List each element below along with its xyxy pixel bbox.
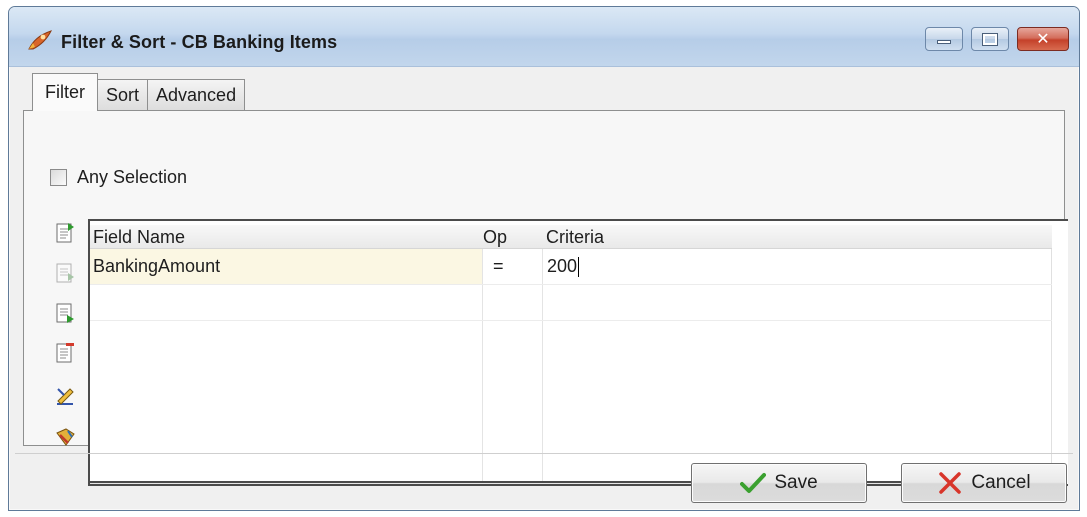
button-bar-divider	[15, 453, 1073, 454]
delete-row-icon[interactable]	[54, 341, 76, 365]
checkmark-icon	[740, 473, 767, 493]
tab-sort[interactable]: Sort	[97, 79, 149, 111]
dialog-body: Filter Sort Advanced Any Selection Field…	[15, 67, 1073, 507]
criteria-value: 200	[547, 256, 578, 276]
grid-header: Field Name Op Criteria	[90, 225, 1052, 249]
grid-toolbar	[50, 221, 82, 491]
tab-strip: Filter Sort Advanced	[32, 71, 246, 111]
any-selection-label: Any Selection	[77, 167, 188, 187]
maximize-button[interactable]	[971, 27, 1009, 51]
tab-advanced[interactable]: Advanced	[147, 79, 246, 111]
field-name-cell[interactable]: BankingAmount	[90, 249, 482, 284]
save-label: Save	[774, 472, 818, 493]
text-caret	[578, 256, 580, 277]
close-button[interactable]: ✕	[1017, 27, 1069, 51]
table-row[interactable]	[90, 285, 1052, 321]
criteria-grid[interactable]: Field Name Op Criteria BankingAmount = 2…	[88, 219, 1068, 486]
minimize-icon	[937, 40, 951, 44]
close-icon: ✕	[1036, 31, 1050, 48]
x-icon	[939, 472, 962, 494]
column-header-field-name[interactable]: Field Name	[93, 227, 185, 248]
cancel-button[interactable]: Cancel	[901, 463, 1067, 503]
window-title: Filter & Sort - CB Banking Items	[61, 32, 338, 52]
title-bar[interactable]: Filter & Sort - CB Banking Items ✕	[9, 7, 1079, 67]
insert-row-icon[interactable]	[54, 261, 76, 285]
minimize-button[interactable]	[925, 27, 963, 51]
maximize-icon	[982, 32, 998, 46]
clear-filter-icon[interactable]	[54, 425, 76, 449]
criteria-cell[interactable]: 200	[543, 249, 1052, 284]
cancel-label: Cancel	[971, 472, 1031, 493]
save-button[interactable]: Save	[691, 463, 867, 503]
any-selection-checkbox[interactable]	[50, 169, 67, 186]
column-header-criteria[interactable]: Criteria	[546, 227, 604, 248]
any-selection-row: Any Selection	[50, 167, 187, 188]
tab-filter[interactable]: Filter	[32, 73, 98, 111]
add-row-icon[interactable]	[54, 221, 76, 245]
filter-panel: Any Selection Field Name Op Criteria Ban…	[23, 110, 1068, 486]
table-row[interactable]: BankingAmount = 200	[90, 249, 1052, 285]
column-header-op[interactable]: Op	[483, 227, 507, 248]
rocket-icon	[28, 30, 52, 50]
filter-sort-dialog: Filter & Sort - CB Banking Items ✕ Filte…	[8, 6, 1080, 511]
edit-criteria-icon[interactable]	[54, 383, 76, 407]
operator-cell[interactable]: =	[483, 249, 542, 284]
append-row-icon[interactable]	[54, 301, 76, 325]
